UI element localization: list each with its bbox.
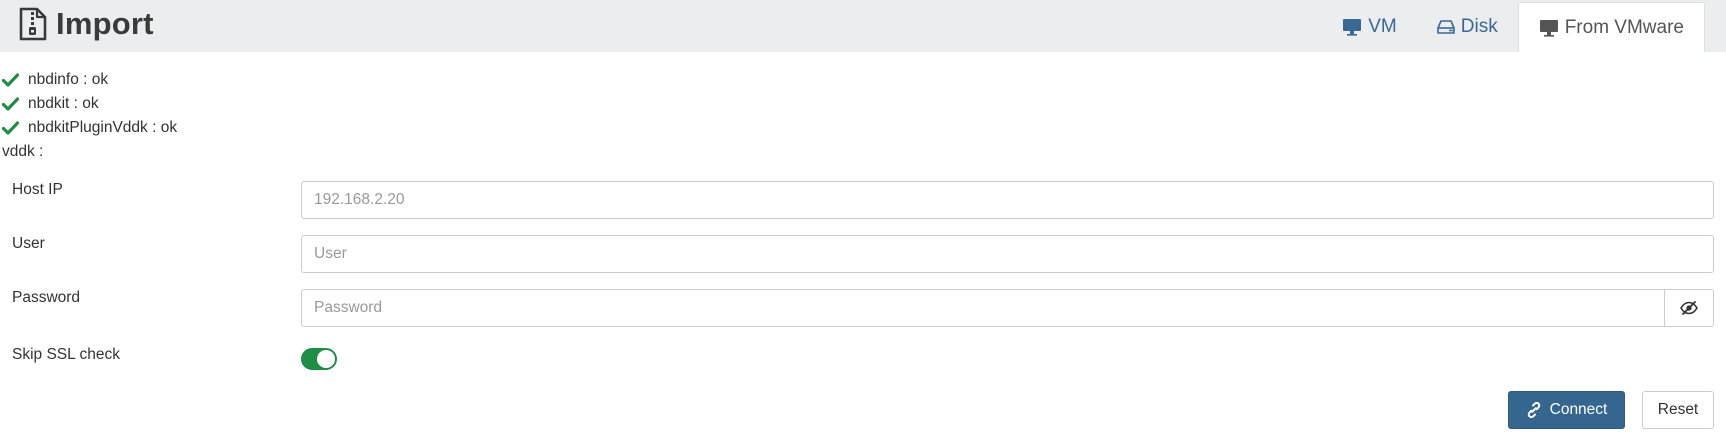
check-icon [2, 97, 19, 111]
tab-from-vmware[interactable]: From VMware [1517, 2, 1705, 52]
tab-vm[interactable]: VM [1322, 2, 1417, 52]
password-input[interactable] [301, 289, 1665, 327]
toggle-password-visibility-button[interactable] [1664, 289, 1714, 327]
tab-disk-label: Disk [1460, 16, 1498, 37]
status-text: nbdkitPluginVddk : ok [28, 119, 178, 136]
tab-disk[interactable]: Disk [1417, 2, 1518, 52]
check-icon [2, 121, 19, 135]
status-item-nbdinfo: nbdinfo : ok [2, 68, 177, 92]
page-title-text: Import [56, 6, 154, 41]
connect-button[interactable]: Connect [1508, 391, 1625, 429]
eye-slash-icon [1680, 301, 1698, 315]
status-text: nbdinfo : ok [28, 71, 109, 88]
status-text: vddk : [2, 143, 44, 160]
host-ip-row: Host IP [0, 181, 1726, 219]
reset-button-label: Reset [1657, 401, 1699, 418]
user-label: User [12, 235, 45, 252]
user-row: User [0, 235, 1726, 273]
check-icon [2, 73, 19, 87]
password-row: Password [0, 289, 1726, 327]
header-bar: Import VM Disk From VMware [0, 0, 1726, 52]
tab-vm-label: VM [1368, 16, 1397, 37]
import-tabs: VM Disk From VMware [1322, 2, 1705, 52]
host-ip-input[interactable] [301, 181, 1714, 219]
status-item-nbdkit-plugin-vddk: nbdkitPluginVddk : ok [2, 116, 177, 140]
skip-ssl-label: Skip SSL check [12, 346, 120, 363]
link-icon [1527, 402, 1540, 418]
monitor-icon [1539, 19, 1558, 37]
skip-ssl-toggle[interactable] [301, 348, 337, 370]
user-input[interactable] [301, 235, 1714, 273]
status-item-vddk: vddk : [2, 140, 177, 164]
monitor-icon [1343, 19, 1362, 36]
dependency-status-list: nbdinfo : ok nbdkit : ok nbdkitPluginVdd… [2, 68, 177, 164]
status-text: nbdkit : ok [28, 95, 99, 112]
tab-from-vmware-label: From VMware [1564, 16, 1684, 38]
reset-button[interactable]: Reset [1642, 391, 1714, 429]
password-label: Password [12, 289, 81, 306]
file-zip-icon [19, 7, 47, 41]
hdd-icon [1436, 20, 1455, 34]
connect-button-label: Connect [1549, 401, 1608, 418]
status-item-nbdkit: nbdkit : ok [2, 92, 177, 116]
toggle-knob [317, 350, 335, 368]
host-ip-label: Host IP [12, 181, 63, 198]
page-title: Import [18, 4, 154, 44]
skip-ssl-row: Skip SSL check [0, 346, 1726, 384]
